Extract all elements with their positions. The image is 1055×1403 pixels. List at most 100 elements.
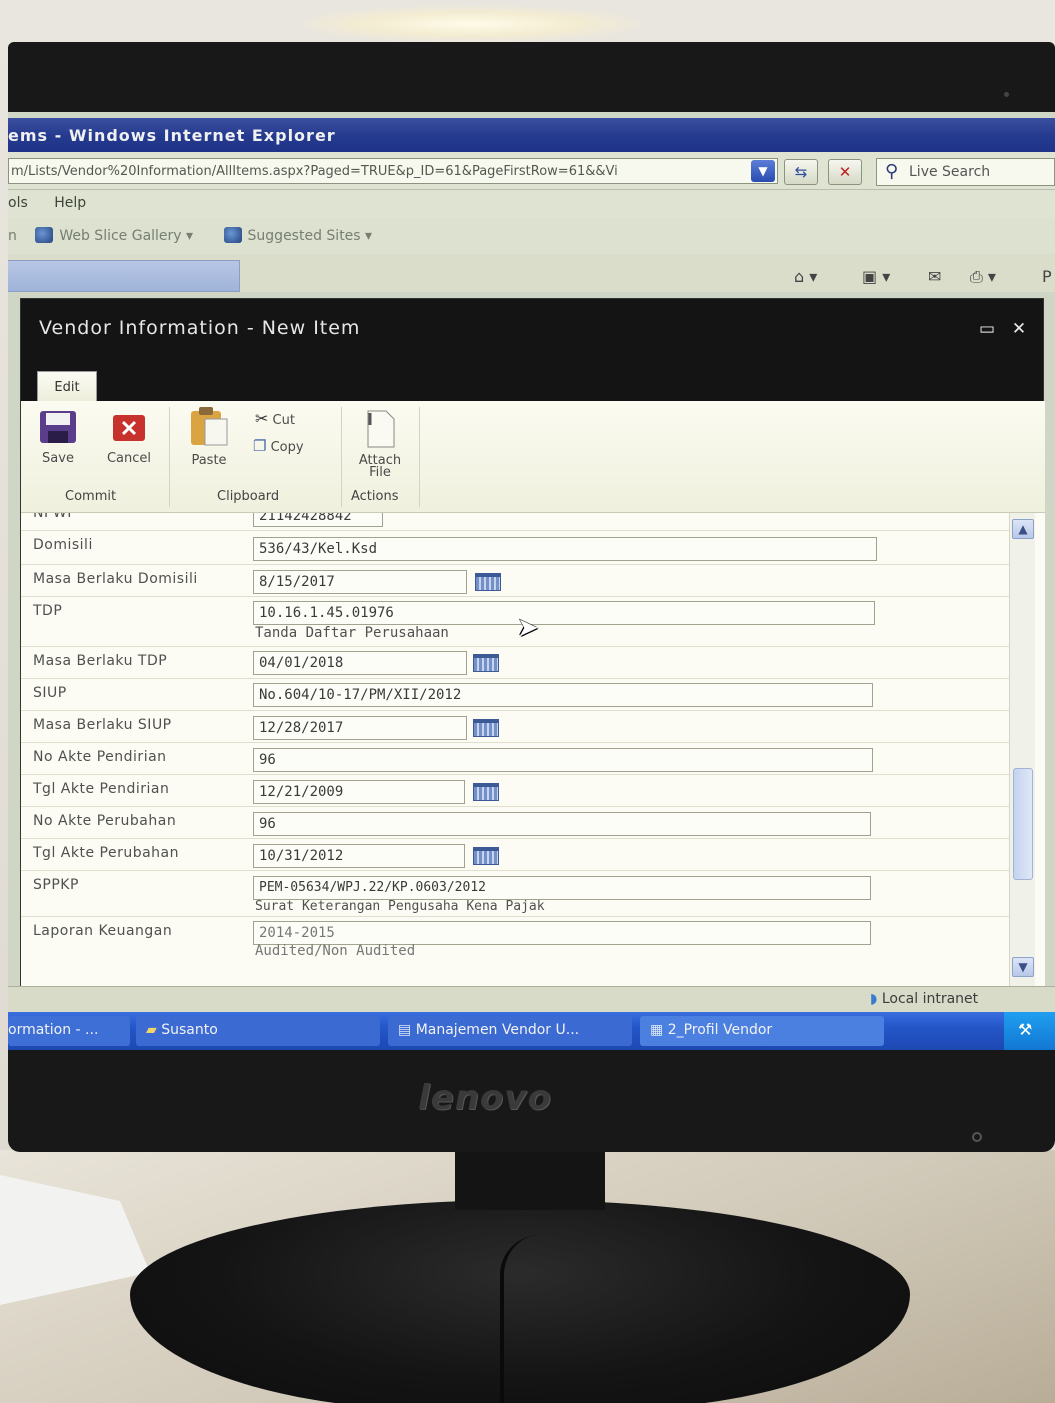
address-dropdown-button[interactable]: ▼	[751, 160, 775, 182]
form-row-masa-berlaku-domisili: Masa Berlaku Domisili 8/15/2017	[21, 565, 1009, 597]
scroll-up-icon[interactable]: ▲	[1012, 519, 1034, 539]
form-row-tdp: TDP 10.16.1.45.01976 Tanda Daftar Perusa…	[21, 597, 1009, 647]
menu-item-tools[interactable]: ols	[8, 195, 28, 211]
field-label: Laporan Keuangan	[33, 923, 173, 939]
maximize-icon[interactable]: ▭	[977, 321, 997, 339]
no-akte-pendirian-input[interactable]: 96	[253, 748, 873, 772]
feeds-icon[interactable]: ▣ ▾	[862, 267, 890, 286]
calendar-icon[interactable]	[473, 654, 499, 672]
taskbar-item-ie[interactable]: ormation - ...	[8, 1016, 130, 1046]
vendor-form: NPWP 21142428842 Domisili 536/43/Kel.Ksd…	[21, 513, 1045, 987]
monitor-stand-neck	[455, 1150, 605, 1210]
tab-row: ⌂ ▾ ▣ ▾ ✉ ⎙ ▾ P	[8, 254, 1055, 292]
close-icon[interactable]: ✕	[1009, 321, 1029, 339]
print-icon[interactable]: ⎙ ▾	[970, 267, 996, 287]
copy-button[interactable]: ❐ Copy	[253, 437, 304, 455]
paperclip-document-icon	[367, 410, 395, 448]
form-row-tgl-akte-perubahan: Tgl Akte Perubahan 10/31/2012	[21, 839, 1009, 871]
field-label: Masa Berlaku Domisili	[33, 571, 198, 587]
attach-file-button[interactable]: Attach File	[351, 407, 409, 479]
field-label: No Akte Pendirian	[33, 749, 167, 765]
favorites-prefix: n	[8, 228, 17, 244]
calendar-icon[interactable]	[473, 783, 499, 801]
form-row-tgl-akte-pendirian: Tgl Akte Pendirian 12/21/2009	[21, 775, 1009, 807]
security-zone: ◗ Local intranet	[870, 991, 978, 1007]
form-row-no-akte-perubahan: No Akte Perubahan 96	[21, 807, 1009, 839]
form-row-masa-berlaku-siup: Masa Berlaku SIUP 12/28/2017	[21, 711, 1009, 743]
home-icon[interactable]: ⌂ ▾	[794, 267, 817, 286]
laporan-keuangan-input[interactable]: 2014-2015	[253, 921, 871, 945]
copy-icon: ❐	[253, 437, 267, 455]
tray-icon: ⚒	[1018, 1020, 1033, 1039]
favorites-bar: n Web Slice Gallery ▾ Suggested Sites ▾	[8, 218, 1055, 254]
folder-icon: ▰	[146, 1022, 157, 1038]
sppkp-input[interactable]: PEM-05634/WPJ.22/KP.0603/2012	[253, 876, 871, 900]
taskbar-item-profil-vendor[interactable]: ▦ 2_Profil Vendor	[640, 1016, 884, 1046]
search-input[interactable]: ⚲ Live Search	[876, 158, 1055, 186]
field-hint: Tanda Daftar Perusahaan	[255, 625, 449, 641]
mail-icon[interactable]: ✉	[928, 267, 941, 286]
ribbon-separator	[341, 407, 342, 507]
calendar-icon[interactable]	[475, 573, 501, 591]
chevron-down-icon: ▾	[365, 228, 373, 244]
refresh-icon[interactable]: ⇆	[784, 159, 818, 185]
field-label: TDP	[33, 603, 63, 619]
browser-status-bar: ◗ Local intranet	[8, 986, 1055, 1012]
favorite-suggested-sites[interactable]: Suggested Sites ▾	[223, 227, 373, 244]
form-row-masa-berlaku-tdp: Masa Berlaku TDP 04/01/2018	[21, 647, 1009, 679]
field-label: No Akte Perubahan	[33, 813, 177, 829]
calendar-icon[interactable]	[473, 847, 499, 865]
save-icon	[40, 411, 76, 443]
field-label: Masa Berlaku SIUP	[33, 717, 172, 733]
scroll-thumb[interactable]	[1013, 768, 1033, 880]
cancel-icon	[113, 415, 145, 441]
tdp-input[interactable]: 10.16.1.45.01976	[253, 601, 875, 625]
domisili-input[interactable]: 536/43/Kel.Ksd	[253, 537, 877, 561]
masa-berlaku-siup-input[interactable]: 12/28/2017	[253, 716, 467, 740]
field-label: Tgl Akte Pendirian	[33, 781, 170, 797]
cut-button[interactable]: ✂ Cut	[255, 409, 295, 428]
calendar-icon[interactable]	[473, 719, 499, 737]
no-akte-perubahan-input[interactable]: 96	[253, 812, 871, 836]
cancel-button[interactable]: Cancel	[101, 411, 157, 466]
webcam-dot	[1004, 92, 1009, 97]
taskbar-item-manajemen-vendor[interactable]: ▤ Manajemen Vendor U...	[388, 1016, 632, 1046]
monitor-brand-logo: lenovo	[418, 1078, 552, 1118]
dialog-title: Vendor Information - New Item	[39, 317, 361, 339]
favorite-web-slice-gallery[interactable]: Web Slice Gallery ▾	[35, 227, 197, 244]
form-row-laporan-keuangan: Laporan Keuangan 2014-2015 Audited/Non A…	[21, 917, 1009, 967]
masa-berlaku-tdp-input[interactable]: 04/01/2018	[253, 651, 467, 675]
monitor-cable	[500, 1235, 540, 1403]
power-button[interactable]	[972, 1132, 982, 1142]
ribbon-group-clipboard: Clipboard	[217, 489, 280, 504]
stop-icon[interactable]: ✕	[828, 159, 862, 185]
form-row-npwp: NPWP 21142428842	[21, 513, 1009, 531]
siup-input[interactable]: No.604/10-17/PM/XII/2012	[253, 683, 873, 707]
tgl-akte-perubahan-input[interactable]: 10/31/2012	[253, 844, 465, 868]
screen: ems - Windows Internet Explorer m/Lists/…	[8, 112, 1055, 1050]
page-menu-trailing[interactable]: P	[1042, 267, 1052, 286]
taskbar-item-folder[interactable]: ▰ Susanto	[136, 1016, 380, 1046]
save-button[interactable]: Save	[35, 409, 81, 466]
taskbar-manajemen-label: Manajemen Vendor U...	[415, 1022, 580, 1038]
zone-label: Local intranet	[881, 991, 979, 1007]
save-label: Save	[42, 451, 74, 466]
scroll-down-icon[interactable]: ▼	[1012, 957, 1034, 977]
vertical-scrollbar[interactable]: ▲ ▼	[1009, 513, 1035, 987]
tab-edit[interactable]: Edit	[37, 371, 97, 403]
ie-page-icon	[223, 227, 242, 243]
ribbon-group-actions: Actions	[351, 489, 399, 504]
ribbon-separator	[169, 407, 170, 507]
ribbon-separator	[419, 407, 420, 507]
paste-icon	[191, 407, 228, 446]
ribbon-group-commit: Commit	[65, 489, 117, 504]
address-input[interactable]: m/Lists/Vendor%20Information/AllItems.as…	[8, 158, 778, 184]
menu-item-help[interactable]: Help	[54, 195, 86, 211]
browser-tab-active[interactable]	[8, 260, 240, 292]
masa-berlaku-domisili-input[interactable]: 8/15/2017	[253, 570, 467, 594]
paste-button[interactable]: Paste	[181, 405, 237, 468]
system-tray[interactable]: ⚒	[1004, 1012, 1055, 1050]
tgl-akte-pendirian-input[interactable]: 12/21/2009	[253, 780, 465, 804]
npwp-input[interactable]: 21142428842	[253, 513, 383, 527]
copy-label: Copy	[270, 440, 304, 455]
